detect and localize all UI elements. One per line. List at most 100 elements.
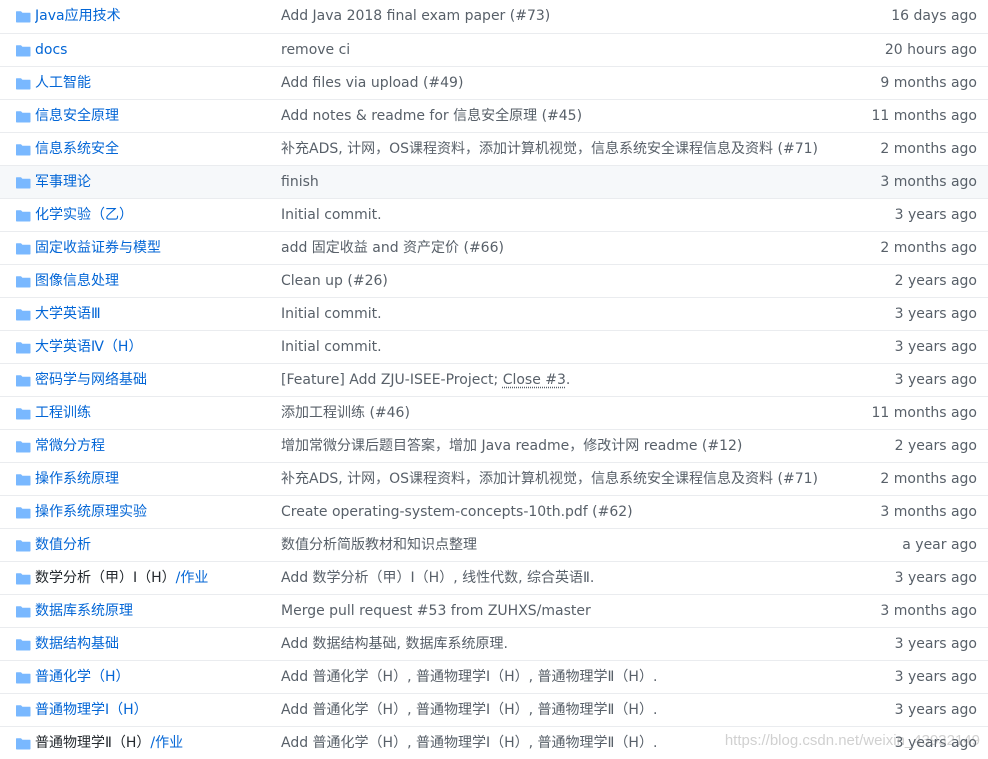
table-row[interactable]: Java应用技术 Add Java 2018 final exam paper (… <box>0 0 988 33</box>
folder-name[interactable]: 数学分析（甲）Ⅰ（H） <box>35 570 176 586</box>
commit-message-text[interactable]: 补充ADS, 计网，OS课程资料，添加计算机视觉，信息系统安全课程信息及资料 (… <box>281 141 818 157</box>
folder-name[interactable]: 信息系统安全 <box>35 141 119 157</box>
table-row[interactable]: 数值分析数值分析简版教材和知识点整理a year ago <box>0 528 988 561</box>
folder-name-link[interactable]: 常微分方程 <box>35 430 270 462</box>
folder-name-link[interactable]: 大学英语Ⅳ（H） <box>35 331 270 363</box>
commit-message-text[interactable]: 增加常微分课后题目答案，增加 Java readme，修改计网 readme (… <box>281 438 742 454</box>
folder-name[interactable]: 大学英语Ⅲ <box>35 306 101 322</box>
folder-name-link[interactable]: 人工智能 <box>35 67 270 99</box>
commit-message[interactable]: Add notes & readme for 信息安全原理 (#45) <box>281 100 841 132</box>
commit-message[interactable]: Add Java 2018 final exam paper (#73) <box>281 0 841 32</box>
commit-message[interactable]: finish <box>281 166 841 198</box>
commit-message-text[interactable]: Create operating-system-concepts-10th.pd… <box>281 504 633 520</box>
commit-message[interactable]: 添加工程训练 (#46) <box>281 397 841 429</box>
folder-name-link[interactable]: 化学实验（乙） <box>35 199 270 231</box>
commit-message-text[interactable]: Initial commit. <box>281 207 382 223</box>
folder-name[interactable]: 操作系统原理 <box>35 471 119 487</box>
folder-name[interactable]: 数值分析 <box>35 537 91 553</box>
folder-name-link[interactable]: Java应用技术 <box>35 0 270 32</box>
commit-message-text[interactable]: Add files via upload (#49) <box>281 75 463 91</box>
folder-name[interactable]: 固定收益证券与模型 <box>35 240 161 256</box>
subfolder-name[interactable]: /作业 <box>176 570 209 586</box>
folder-name[interactable]: 普通化学（H） <box>35 669 130 685</box>
table-row[interactable]: 大学英语ⅢInitial commit.3 years ago <box>0 297 988 330</box>
folder-name-link[interactable]: 数值分析 <box>35 529 270 561</box>
folder-name-link[interactable]: 数据库系统原理 <box>35 595 270 627</box>
folder-name[interactable]: 数据结构基础 <box>35 636 119 652</box>
commit-message[interactable]: 增加常微分课后题目答案，增加 Java readme，修改计网 readme (… <box>281 430 841 462</box>
commit-message[interactable]: Add 普通化学（H）, 普通物理学Ⅰ（H）, 普通物理学Ⅱ（H）. <box>281 661 841 693</box>
commit-message[interactable]: Add 数学分析（甲）Ⅰ（H）, 线性代数, 综合英语Ⅱ. <box>281 562 841 594</box>
commit-message-text[interactable]: Initial commit. <box>281 339 382 355</box>
folder-name[interactable]: 常微分方程 <box>35 438 105 454</box>
folder-name-link[interactable]: 固定收益证券与模型 <box>35 232 270 264</box>
folder-name-link[interactable]: 数据结构基础 <box>35 628 270 660</box>
folder-name-link[interactable]: 工程训练 <box>35 397 270 429</box>
folder-name[interactable]: 密码学与网络基础 <box>35 372 147 388</box>
folder-name[interactable]: 数据库系统原理 <box>35 603 133 619</box>
commit-message-text[interactable]: Add Java 2018 final exam paper (#73) <box>281 8 550 24</box>
commit-message-text[interactable]: 数值分析简版教材和知识点整理 <box>281 537 477 553</box>
folder-name[interactable]: 操作系统原理实验 <box>35 504 147 520</box>
commit-message[interactable]: 补充ADS, 计网，OS课程资料，添加计算机视觉，信息系统安全课程信息及资料 (… <box>281 133 841 165</box>
folder-name[interactable]: docs <box>35 42 67 58</box>
commit-message-text[interactable]: Add 普通化学（H）, 普通物理学Ⅰ（H）, 普通物理学Ⅱ（H）. <box>281 669 657 685</box>
commit-message[interactable]: [Feature] Add ZJU-ISEE-Project; Close #3… <box>281 364 841 396</box>
commit-message-text[interactable]: finish <box>281 174 319 190</box>
table-row[interactable]: 普通物理学Ⅰ（H） Add 普通化学（H）, 普通物理学Ⅰ（H）, 普通物理学Ⅱ（… <box>0 693 988 726</box>
issue-link[interactable]: Close #3 <box>503 372 566 388</box>
table-row[interactable]: 固定收益证券与模型add 固定收益 and 资产定价 (#66)2 months… <box>0 231 988 264</box>
commit-message[interactable]: Initial commit. <box>281 298 841 330</box>
table-row[interactable]: 信息安全原理 Add notes & readme for 信息安全原理 (#45… <box>0 99 988 132</box>
commit-message-text[interactable]: 补充ADS, 计网，OS课程资料，添加计算机视觉，信息系统安全课程信息及资料 (… <box>281 471 818 487</box>
commit-message-text[interactable]: Add 普通化学（H）, 普通物理学Ⅰ（H）, 普通物理学Ⅱ（H）. <box>281 735 657 751</box>
folder-name[interactable]: 人工智能 <box>35 75 91 91</box>
commit-message[interactable]: 补充ADS, 计网，OS课程资料，添加计算机视觉，信息系统安全课程信息及资料 (… <box>281 463 841 495</box>
commit-message-text[interactable]: remove ci <box>281 42 350 58</box>
commit-message[interactable]: Add files via upload (#49) <box>281 67 841 99</box>
table-row[interactable]: 操作系统原理 补充ADS, 计网，OS课程资料，添加计算机视觉，信息系统安全课程信… <box>0 462 988 495</box>
folder-name-link[interactable]: 信息系统安全 <box>35 133 270 165</box>
table-row[interactable]: 操作系统原理实验 Create operating-system-concepts… <box>0 495 988 528</box>
folder-name[interactable]: 信息安全原理 <box>35 108 119 124</box>
table-row[interactable]: 常微分方程 增加常微分课后题目答案，增加 Java readme，修改计网 rea… <box>0 429 988 462</box>
commit-message-text[interactable]: add 固定收益 and 资产定价 (#66) <box>281 240 504 256</box>
folder-name-link[interactable]: docs <box>35 34 270 66</box>
folder-name-link[interactable]: 军事理论 <box>35 166 270 198</box>
folder-name[interactable]: 化学实验（乙） <box>35 207 133 223</box>
folder-name-link[interactable]: 操作系统原理实验 <box>35 496 270 528</box>
commit-message-text[interactable]: Add 普通化学（H）, 普通物理学Ⅰ（H）, 普通物理学Ⅱ（H）. <box>281 702 657 718</box>
table-row[interactable]: 人工智能Add files via upload (#49)9 months a… <box>0 66 988 99</box>
commit-message[interactable]: Add 数据结构基础, 数据库系统原理. <box>281 628 841 660</box>
commit-message-text[interactable]: Clean up (#26) <box>281 273 388 289</box>
commit-message[interactable]: remove ci <box>281 34 841 66</box>
folder-name[interactable]: 大学英语Ⅳ（H） <box>35 339 142 355</box>
folder-name-link[interactable]: 数学分析（甲）Ⅰ（H）/作业 <box>35 562 270 594</box>
commit-message[interactable]: Clean up (#26) <box>281 265 841 297</box>
commit-message[interactable]: add 固定收益 and 资产定价 (#66) <box>281 232 841 264</box>
commit-message[interactable]: Initial commit. <box>281 331 841 363</box>
folder-name-link[interactable]: 大学英语Ⅲ <box>35 298 270 330</box>
commit-message[interactable]: 数值分析简版教材和知识点整理 <box>281 529 841 561</box>
folder-name-link[interactable]: 信息安全原理 <box>35 100 270 132</box>
folder-name-link[interactable]: 普通化学（H） <box>35 661 270 693</box>
commit-message-text[interactable]: Add 数学分析（甲）Ⅰ（H）, 线性代数, 综合英语Ⅱ. <box>281 570 594 586</box>
table-row[interactable]: 数学分析（甲）Ⅰ（H）/作业 Add 数学分析（甲）Ⅰ（H）, 线性代数, 综合英… <box>0 561 988 594</box>
table-row[interactable]: docsremove ci20 hours ago <box>0 33 988 66</box>
folder-name[interactable]: 工程训练 <box>35 405 91 421</box>
table-row[interactable]: 化学实验（乙）Initial commit.3 years ago <box>0 198 988 231</box>
table-row[interactable]: 图像信息处理Clean up (#26)2 years ago <box>0 264 988 297</box>
commit-message[interactable]: Merge pull request #53 from ZUHXS/master <box>281 595 841 627</box>
commit-message-text[interactable]: 添加工程训练 (#46) <box>281 405 410 421</box>
table-row[interactable]: 工程训练添加工程训练 (#46)11 months ago <box>0 396 988 429</box>
commit-message-text[interactable]: Add notes & readme for 信息安全原理 (#45) <box>281 108 582 124</box>
commit-message-text[interactable]: Initial commit. <box>281 306 382 322</box>
folder-name-link[interactable]: 普通物理学Ⅱ（H）/作业 <box>35 727 270 759</box>
folder-name[interactable]: 普通物理学Ⅰ（H） <box>35 702 148 718</box>
folder-name-link[interactable]: 密码学与网络基础 <box>35 364 270 396</box>
table-row[interactable]: 大学英语Ⅳ（H）Initial commit.3 years ago <box>0 330 988 363</box>
folder-name[interactable]: 图像信息处理 <box>35 273 119 289</box>
folder-name[interactable]: Java应用技术 <box>35 8 121 24</box>
commit-message-text[interactable]: [Feature] Add ZJU-ISEE-Project; <box>281 372 503 388</box>
table-row[interactable]: 数据库系统原理 Merge pull request #53 from ZUHXS… <box>0 594 988 627</box>
